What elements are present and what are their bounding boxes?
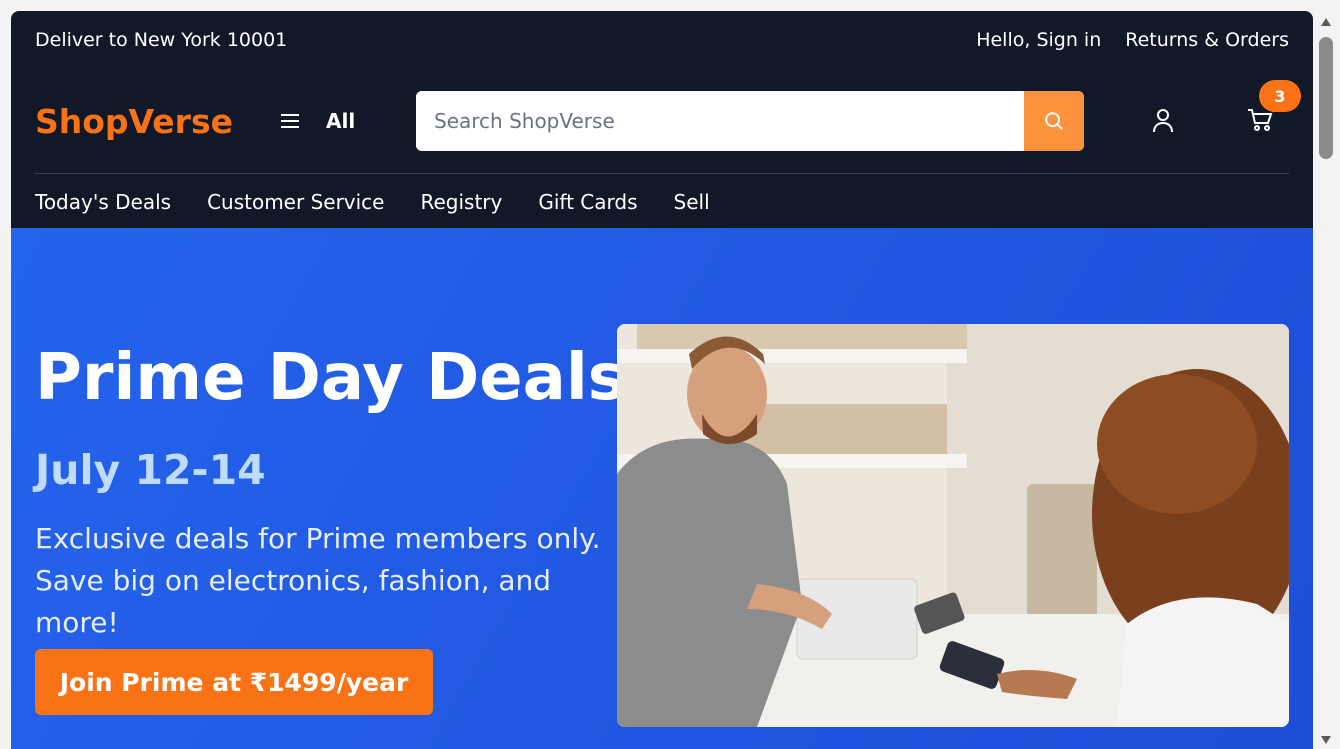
scrollbar-thumb[interactable] — [1319, 37, 1333, 159]
nav-bar: Today's Deals Customer Service Registry … — [35, 173, 1289, 230]
top-bar: Deliver to New York 10001 Hello, Sign in… — [11, 11, 1313, 69]
main-header: ShopVerse All — [11, 69, 1313, 173]
account-icon[interactable] — [1150, 107, 1176, 135]
hero-line-1: Exclusive deals for Prime members only. — [35, 522, 601, 555]
scroll-down-arrow-icon[interactable] — [1320, 735, 1332, 745]
sign-in-link[interactable]: Hello, Sign in — [976, 29, 1101, 51]
join-prime-button[interactable]: Join Prime at ₹1499/year — [35, 649, 433, 715]
returns-orders-link[interactable]: Returns & Orders — [1125, 29, 1289, 51]
browser-window: Deliver to New York 10001 Hello, Sign in… — [11, 11, 1313, 749]
search-button[interactable] — [1024, 91, 1084, 151]
top-bar-links: Hello, Sign in Returns & Orders — [976, 29, 1289, 51]
nav-item-gift-cards[interactable]: Gift Cards — [538, 190, 637, 214]
hero-title: Prime Day Deals — [35, 341, 626, 415]
logo[interactable]: ShopVerse — [35, 102, 280, 141]
hero-dates: July 12-14 — [35, 446, 266, 494]
hero-photo — [617, 324, 1289, 727]
hero-description: Exclusive deals for Prime members only. … — [35, 518, 615, 644]
all-menu-button[interactable]: All — [280, 109, 416, 133]
nav-item-sell[interactable]: Sell — [674, 190, 710, 214]
nav-item-customer-service[interactable]: Customer Service — [207, 190, 384, 214]
search-input[interactable] — [416, 91, 1024, 151]
hamburger-icon — [281, 114, 299, 128]
nav-item-registry[interactable]: Registry — [420, 190, 502, 214]
scroll-up-arrow-icon[interactable] — [1320, 17, 1332, 27]
hero-banner: Prime Day Deals July 12-14 Exclusive dea… — [11, 228, 1313, 749]
cart-count-badge: 3 — [1259, 80, 1301, 112]
scrollbar[interactable] — [1313, 11, 1340, 749]
search-icon — [1045, 112, 1063, 130]
nav-item-todays-deals[interactable]: Today's Deals — [35, 190, 171, 214]
search-bar — [416, 91, 1084, 151]
deliver-location-link[interactable]: Deliver to New York 10001 — [35, 29, 287, 51]
hero-line-2: Save big on electronics, fashion, and mo… — [35, 564, 552, 639]
all-menu-label: All — [326, 109, 356, 133]
